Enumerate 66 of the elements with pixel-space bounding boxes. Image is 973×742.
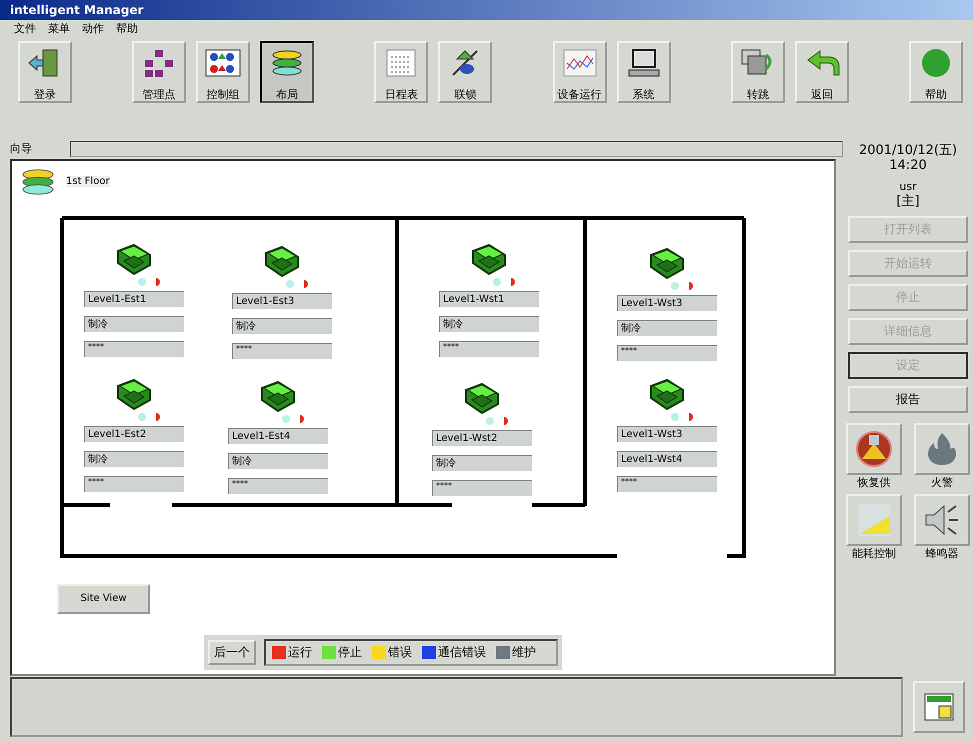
nav-field[interactable]: [70, 140, 843, 157]
icon-button-label: 能耗控制: [852, 546, 896, 561]
device-name-field: Level1-Wst1: [439, 290, 539, 307]
device-name-field: Level1-Wst3: [617, 426, 717, 442]
toolbar-button[interactable]: 管理点: [132, 41, 186, 103]
toolbar-button[interactable]: 联锁: [438, 41, 492, 103]
icon-button-label: 蜂鸣器: [926, 546, 958, 561]
device-mode-field: 制冷: [84, 316, 184, 332]
power-restore-icon: [854, 429, 894, 469]
device-mode-field: 制冷: [228, 452, 328, 469]
menu-item[interactable]: 文件: [14, 21, 36, 36]
device-value-field: ****: [232, 342, 332, 359]
device-name-field: Level1-Est3: [232, 292, 332, 309]
nav-label: 向导: [10, 141, 33, 156]
panel-icon: [923, 692, 955, 722]
legend-label: 通信错误: [438, 644, 486, 661]
icon-button-label: 恢复供: [858, 475, 890, 490]
device-value-field: ****: [617, 344, 717, 361]
action-button[interactable]: 报告: [848, 386, 968, 413]
icon-button[interactable]: [914, 494, 970, 546]
device-value-field: ****: [617, 476, 717, 492]
legend-label: 维护: [512, 644, 536, 661]
device-mode-field: 制冷: [439, 316, 539, 332]
device-mode-field: 制冷: [617, 320, 717, 336]
device-value-field: ****: [228, 478, 328, 494]
device-value-field: ****: [432, 480, 532, 496]
user-text: usr: [899, 179, 917, 194]
legend-label: 停止: [338, 644, 362, 661]
floor-label: 1st Floor: [66, 176, 110, 188]
device-mode-field: 制冷: [232, 318, 332, 334]
toolbar-button[interactable]: 返回: [794, 41, 849, 103]
device-value-field: ****: [84, 340, 184, 357]
device-name-field: Level1-Est2: [84, 426, 184, 442]
toolbar-button[interactable]: 控制组: [196, 41, 250, 103]
toolbar-button[interactable]: 转跳: [730, 41, 785, 103]
device-mode-field: 制冷: [432, 454, 532, 471]
device-value-field: ****: [84, 476, 184, 492]
device-name-field: Level1-Est1: [84, 290, 184, 307]
site-view-button[interactable]: Site View: [57, 584, 150, 614]
window-title: intelligent Manager: [0, 0, 973, 20]
toolbar-button[interactable]: 系统: [616, 41, 671, 103]
menu-item[interactable]: 菜单: [48, 21, 70, 36]
icon-button-label: 火警: [931, 475, 953, 490]
toolbar-button[interactable]: 登录: [18, 41, 72, 103]
device-mode-field: 制冷: [84, 450, 184, 467]
icon-button[interactable]: [914, 423, 970, 475]
device-value-field: ****: [439, 340, 539, 357]
menu-item[interactable]: 帮助: [116, 21, 138, 36]
toolbar-button[interactable]: 布局: [260, 41, 314, 103]
time-text: 14:20: [889, 158, 927, 173]
icon-button[interactable]: [846, 423, 902, 475]
device-name-field: Level1-Wst3: [617, 294, 717, 311]
next-button[interactable]: 后一个: [208, 640, 256, 665]
corner-button[interactable]: [913, 681, 965, 733]
menu-item[interactable]: 动作: [82, 21, 104, 36]
legend-label: 错误: [388, 644, 412, 661]
role-text: [主]: [896, 194, 920, 209]
group-icon: [203, 47, 244, 79]
toolbar-button[interactable]: 设备运行: [552, 41, 607, 103]
device-mode-field: Level1-Wst4: [617, 450, 717, 467]
device-name-field: Level1-Est4: [228, 428, 328, 444]
legend-label: 运行: [288, 644, 312, 661]
toolbar-button[interactable]: 日程表: [374, 41, 428, 103]
date-text: 2001/10/12(五): [858, 143, 958, 158]
toolbar-button[interactable]: 帮助: [908, 41, 963, 103]
device-name-field: Level1-Wst2: [432, 430, 532, 446]
